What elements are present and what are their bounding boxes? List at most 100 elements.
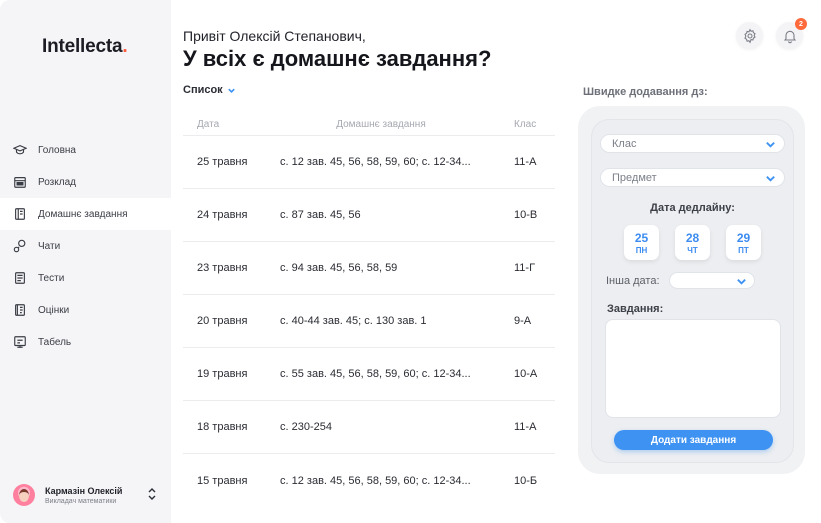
other-date-select[interactable] [669, 272, 755, 289]
sidebar-item-grades[interactable]: Оцінки [0, 294, 171, 326]
view-dropdown-label: Список [183, 84, 223, 96]
grades-icon [13, 303, 27, 317]
gear-icon [743, 28, 756, 43]
cell-date: 20 травня [197, 315, 248, 327]
task-label: Завдання: [607, 303, 664, 315]
app-window: Intellecta. Головна Розклад Домашнє завд… [0, 0, 821, 523]
task-textarea[interactable] [605, 319, 781, 418]
cell-class: 9-А [514, 315, 532, 327]
sidebar-item-label: Оцінки [38, 304, 70, 316]
deadline-label: Дата дедлайну: [650, 202, 735, 214]
sidebar-item-label: Чати [38, 240, 61, 252]
cell-homework: с. 12 зав. 45, 56, 58, 59, 60; с. 12-34.… [280, 156, 471, 168]
table-row[interactable]: 19 травня с. 55 зав. 45, 56, 58, 59, 60;… [183, 348, 555, 401]
user-role: Викладач математики [45, 497, 117, 505]
cell-date: 19 травня [197, 368, 248, 380]
avatar [13, 484, 35, 506]
column-header-date: Дата [197, 119, 220, 130]
cell-homework: с. 87 зав. 45, 56 [280, 209, 361, 221]
header-actions: 2 [736, 18, 807, 49]
deadline-day-option[interactable]: 28 ЧТ [675, 225, 710, 260]
chat-icon [13, 239, 27, 253]
notification-badge: 2 [795, 18, 807, 30]
cell-class: 10-А [514, 368, 538, 380]
main-content: Привіт Олексій Степанович, У всіх є дома… [171, 0, 821, 523]
user-name: Кармазін Олексій [45, 485, 123, 496]
cell-class: 10-Б [514, 474, 538, 487]
table-row[interactable]: 24 травня с. 87 зав. 45, 56 10-В [183, 189, 555, 242]
sidebar-item-schedule[interactable]: Розклад [0, 166, 171, 198]
sidebar-item-homework[interactable]: Домашнє завдання [0, 198, 171, 230]
day-of-week: ПТ [738, 245, 749, 255]
cell-date: 24 травня [197, 209, 248, 221]
cell-class: 11-А [514, 421, 537, 433]
user-info: Кармазін Олексій Викладач математики [45, 486, 122, 505]
cell-homework: с. 40-44 зав. 45; с. 130 зав. 1 [280, 315, 427, 327]
sidebar-item-chats[interactable]: Чати [0, 230, 171, 262]
deadline-day-option[interactable]: 25 ПН [624, 225, 659, 260]
sidebar-item-label: Табель [38, 336, 72, 348]
notifications-button[interactable]: 2 [776, 18, 807, 49]
sidebar-item-label: Головна [38, 144, 76, 156]
report-card-icon [13, 335, 27, 349]
notebook-icon [13, 207, 27, 221]
table-row[interactable]: 25 травня с. 12 зав. 45, 56, 58, 59, 60;… [183, 136, 555, 189]
table-row[interactable]: 15 травня с. 12 зав. 45, 56, 58, 59, 60;… [183, 454, 555, 507]
class-select-placeholder: Клас [612, 137, 637, 150]
sidebar-item-report[interactable]: Табель [0, 326, 171, 358]
day-number: 25 [634, 230, 649, 245]
bell-icon [783, 30, 796, 43]
user-profile[interactable]: Кармазін Олексій Викладач математики [13, 481, 163, 509]
day-of-week: ПН [635, 245, 648, 255]
cell-class: 11-Г [514, 262, 536, 274]
quick-add-title: Швидке додавання дз: [583, 86, 708, 98]
brand-dot: . [122, 36, 128, 57]
cell-homework: с. 94 зав. 45, 56, 58, 59 [280, 262, 398, 274]
graduation-cap-icon [13, 143, 27, 157]
sidebar-item-label: Домашнє завдання [38, 208, 128, 220]
subject-select[interactable]: Предмет [600, 168, 785, 187]
day-number: 29 [736, 230, 751, 245]
cell-homework: с. 55 зав. 45, 56, 58, 59, 60; с. 12-34.… [280, 368, 471, 380]
column-header-class: Клас [514, 119, 537, 130]
cell-date: 15 травня [197, 474, 248, 487]
column-header-homework: Домашнє завдання [336, 119, 426, 130]
table-header: Дата Домашнє завдання Клас [183, 114, 555, 136]
cell-date: 23 травня [197, 262, 248, 274]
cell-date: 18 травня [197, 421, 248, 433]
table-row[interactable]: 20 травня с. 40-44 зав. 45; с. 130 зав. … [183, 295, 555, 348]
sidebar: Intellecta. Головна Розклад Домашнє завд… [0, 0, 171, 523]
other-date-label: Інша дата: [606, 275, 660, 287]
cell-homework: с. 12 зав. 45, 56, 58, 59, 60; с. 12-34.… [280, 474, 471, 487]
chevron-down-icon [737, 279, 746, 285]
test-list-icon [13, 271, 27, 285]
add-task-button[interactable]: Додати завдання [614, 430, 773, 450]
cell-date: 25 травня [197, 156, 248, 168]
sidebar-nav: Головна Розклад Домашнє завдання Чати Те… [0, 134, 171, 358]
cell-class: 10-В [514, 209, 538, 221]
table-row[interactable]: 18 травня с. 230-254 11-А [183, 401, 555, 454]
calendar-icon [13, 175, 27, 189]
homework-table: Дата Домашнє завдання Клас 25 травня с. … [183, 114, 555, 507]
chevron-down-icon [227, 88, 235, 93]
cell-class: 11-А [514, 156, 537, 168]
chevron-down-icon [766, 176, 775, 182]
day-of-week: ЧТ [687, 245, 698, 255]
brand-logo: Intellecta. [42, 36, 128, 58]
sidebar-item-label: Розклад [38, 176, 76, 188]
view-dropdown[interactable]: Список [183, 84, 236, 96]
subject-select-placeholder: Предмет [612, 171, 657, 184]
day-number: 28 [685, 230, 700, 245]
chevron-up-down-icon[interactable] [147, 487, 157, 501]
chevron-down-icon [766, 142, 775, 148]
sidebar-item-label: Тести [38, 272, 65, 284]
page-title: У всіх є домашнє завдання? [183, 46, 492, 71]
sidebar-item-home[interactable]: Головна [0, 134, 171, 166]
settings-button[interactable] [736, 22, 763, 49]
class-select[interactable]: Клас [600, 134, 785, 153]
deadline-day-option[interactable]: 29 ПТ [726, 225, 761, 260]
table-row[interactable]: 23 травня с. 94 зав. 45, 56, 58, 59 11-Г [183, 242, 555, 295]
greeting-text: Привіт Олексій Степанович, [183, 28, 366, 44]
brand-name: Intellecta [42, 36, 123, 57]
sidebar-item-tests[interactable]: Тести [0, 262, 171, 294]
